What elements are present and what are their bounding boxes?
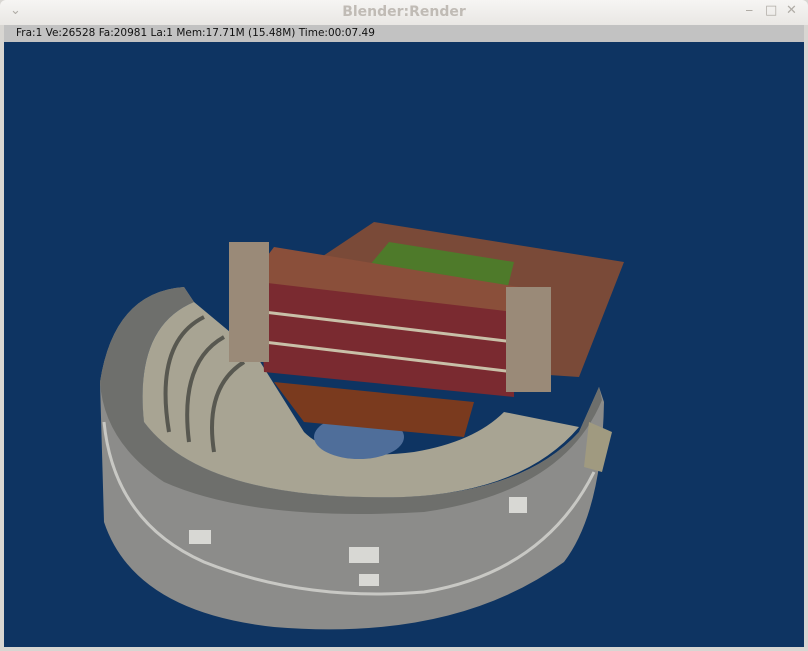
render-status-bar: Fra:1 Ve:26528 Fa:20981 La:1 Mem:17.71M … <box>4 25 804 42</box>
render-stats: Fra:1 Ve:26528 Fa:20981 La:1 Mem:17.71M … <box>16 27 375 39</box>
maximize-icon[interactable]: □ <box>765 3 777 18</box>
rendered-theater-image <box>100 222 624 630</box>
render-viewport <box>4 42 804 647</box>
close-icon[interactable]: ✕ <box>786 3 797 18</box>
window-border-right <box>804 25 808 647</box>
title-bar[interactable]: ⌄ Blender:Render ⎯ □ ✕ <box>0 0 808 25</box>
minimize-icon[interactable]: ⎯ <box>746 3 753 18</box>
window-title: Blender:Render <box>342 4 466 20</box>
